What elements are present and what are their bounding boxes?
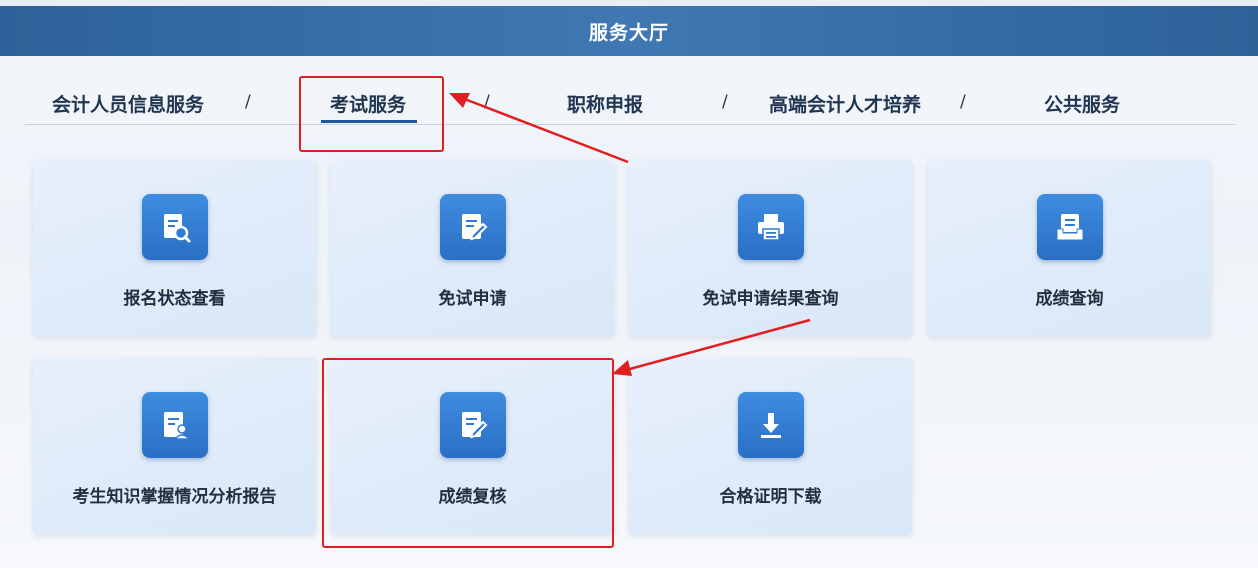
document-user-icon — [142, 392, 208, 458]
card-label: 免试申请结果查询 — [702, 289, 839, 309]
download-icon — [738, 392, 804, 458]
card-exemption-application[interactable]: 免试申请 — [331, 160, 614, 336]
tab-public-services[interactable]: 公共服务 — [1044, 90, 1120, 117]
tab-separator: / — [484, 92, 490, 112]
page-header: 服务大厅 — [0, 6, 1258, 56]
tab-separator: / — [245, 92, 251, 112]
tab-separator: / — [960, 92, 966, 112]
card-registration-status[interactable]: 报名状态查看 — [33, 160, 316, 336]
printer-icon — [738, 194, 804, 260]
card-score-review[interactable]: 成绩复核 — [331, 358, 614, 534]
card-label: 成绩复核 — [438, 487, 507, 507]
document-tray-icon — [1037, 194, 1103, 260]
card-label: 考生知识掌握情况分析报告 — [72, 487, 277, 507]
active-tab-indicator — [321, 120, 417, 123]
service-tabs: 会计人员信息服务 / 考试服务 / 职称申报 / 高端会计人才培养 / 公共服务 — [25, 78, 1235, 125]
document-search-icon — [142, 194, 208, 260]
document-edit-icon — [440, 392, 506, 458]
card-score-query[interactable]: 成绩查询 — [928, 160, 1211, 336]
card-certificate-download[interactable]: 合格证明下载 — [629, 358, 912, 534]
card-label: 报名状态查看 — [123, 289, 226, 309]
tab-accountant-info[interactable]: 会计人员信息服务 — [52, 90, 204, 117]
card-exemption-result-query[interactable]: 免试申请结果查询 — [629, 160, 912, 336]
card-label: 免试申请 — [438, 289, 507, 309]
tab-exam-services[interactable]: 考试服务 — [330, 90, 406, 117]
document-edit-icon — [440, 194, 506, 260]
tab-title-application[interactable]: 职称申报 — [567, 90, 643, 117]
card-label: 合格证明下载 — [719, 487, 822, 507]
card-label: 成绩查询 — [1035, 289, 1104, 309]
page-title: 服务大厅 — [588, 21, 669, 44]
card-knowledge-analysis-report[interactable]: 考生知识掌握情况分析报告 — [33, 358, 316, 534]
tab-senior-talent[interactable]: 高端会计人才培养 — [769, 90, 921, 117]
tab-separator: / — [722, 92, 728, 112]
